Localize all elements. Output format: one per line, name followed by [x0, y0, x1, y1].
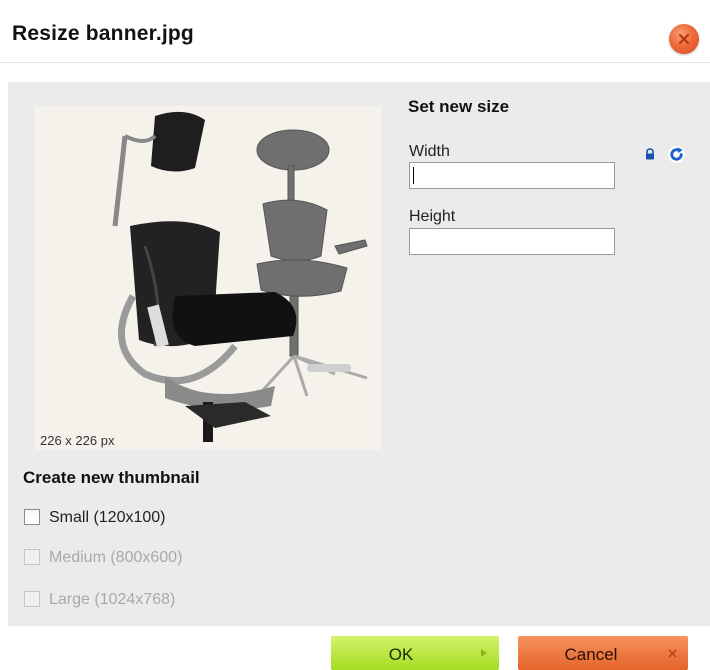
ok-button[interactable]: OK	[331, 636, 499, 670]
close-button[interactable]	[669, 24, 699, 54]
width-input[interactable]	[409, 162, 615, 189]
text-caret	[413, 167, 414, 184]
height-label: Height	[409, 208, 456, 225]
arrow-right-icon	[481, 649, 487, 657]
large-checkbox	[24, 591, 40, 607]
thumbnail-heading: Create new thumbnail	[23, 468, 200, 487]
ok-button-label: OK	[388, 645, 414, 664]
cancel-button-label: Cancel	[564, 645, 618, 664]
close-icon	[678, 33, 690, 45]
medium-option-label: Medium (800x600)	[49, 549, 183, 566]
height-input[interactable]	[409, 228, 615, 255]
large-option-label: Large (1024x768)	[49, 591, 176, 608]
width-label: Width	[409, 143, 450, 160]
x-icon	[668, 649, 677, 658]
image-size-caption: 226 x 226 px	[40, 433, 115, 448]
refresh-icon[interactable]	[667, 145, 686, 164]
cancel-button[interactable]: Cancel	[518, 636, 688, 670]
image-preview	[35, 106, 381, 450]
small-checkbox[interactable]	[24, 509, 40, 525]
office-chair-photo	[35, 106, 381, 450]
small-option-label: Small (120x100)	[49, 509, 166, 526]
dialog-titlebar: Resize banner.jpg	[0, 0, 710, 63]
medium-checkbox	[24, 549, 40, 565]
dialog-title: Resize banner.jpg	[12, 22, 194, 45]
lock-icon[interactable]	[644, 148, 656, 160]
resize-dialog: Resize banner.jpg 226 x 226 px Set new s…	[0, 0, 710, 670]
set-size-heading: Set new size	[408, 97, 510, 116]
